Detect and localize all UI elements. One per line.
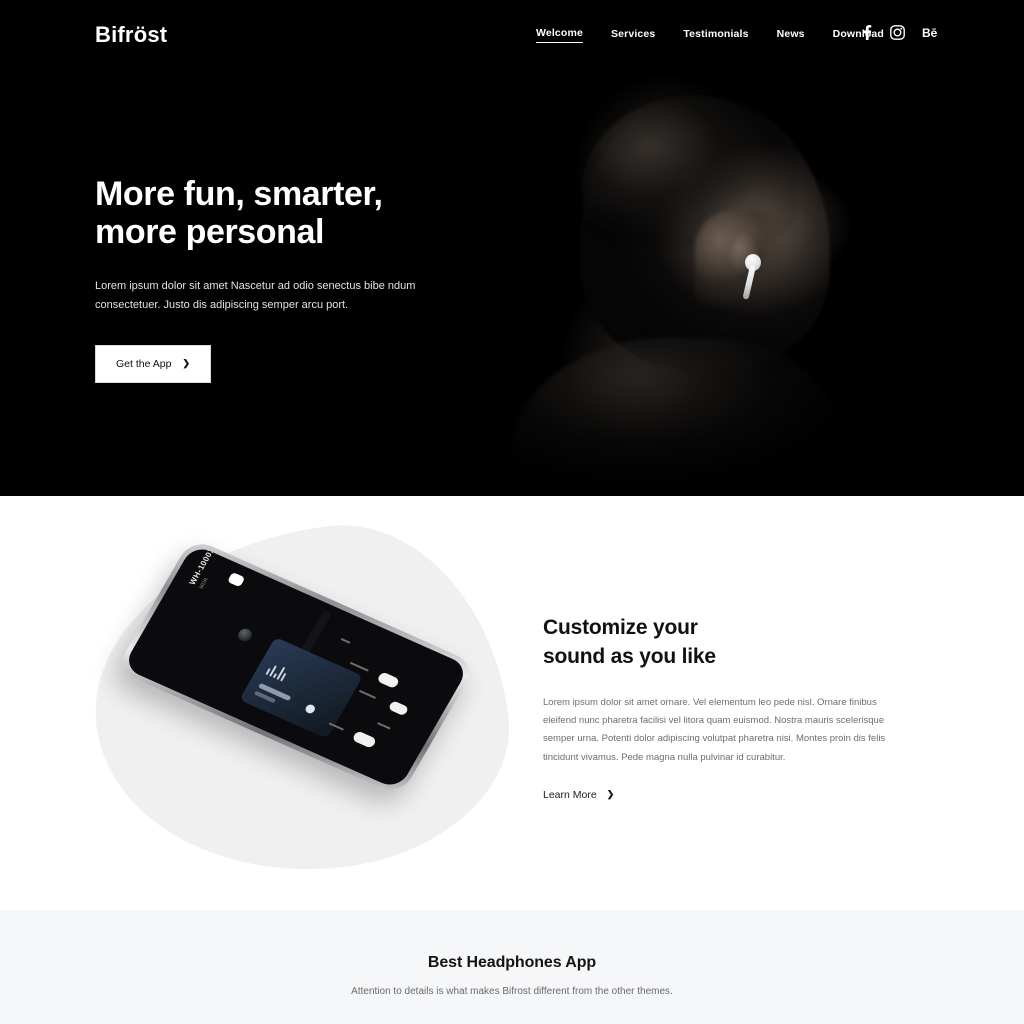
get-the-app-label: Get the App [116,357,172,370]
nav-item-testimonials[interactable]: Testimonials [683,28,748,43]
chevron-right-icon: ❯ [606,789,615,800]
screen-toggle-2[interactable] [387,700,410,717]
get-the-app-button[interactable]: Get the App ❯ [95,344,212,383]
promo-title: Best Headphones App [427,954,597,971]
learn-more-label: Learn More [543,788,597,801]
top-navigation: Bifröst Welcome Services Testimonials Ne… [0,0,1024,70]
feature-section: WH-1000XM3 MDR Customize your sound as y… [0,496,1024,910]
screen-knob-icon [235,626,255,644]
instagram-icon[interactable] [890,25,905,40]
behance-icon[interactable]: Bē [922,26,937,40]
portrait-shoulder-shape [510,338,840,496]
feature-copy: Customize your sound as you like Lorem i… [543,614,898,803]
screen-toggle-1[interactable] [376,671,401,690]
nav-item-welcome[interactable]: Welcome [536,27,583,43]
hero-title: More fun, smarter, more personal [95,175,383,252]
screen-toggle-3[interactable] [351,730,378,749]
screen-label-1 [349,661,369,672]
screen-equalizer [265,660,289,682]
social-links: Bē [860,25,937,40]
promo-subtitle: Attention to details is what makes Bifro… [351,986,673,997]
nav-item-news[interactable]: News [777,28,805,43]
landing-page: Bifröst Welcome Services Testimonials Ne… [0,0,1024,1024]
screen-label-3 [376,722,391,730]
screen-badge-icon [227,571,246,588]
screen-play-button[interactable] [303,703,317,715]
feature-title: Customize your sound as you like [543,616,716,668]
feature-body: Lorem ipsum dolor sit amet ornare. Vel e… [543,696,886,763]
hero-copy: More fun, smarter, more personal Lorem i… [95,175,515,383]
nav-links: Welcome Services Testimonials News Downl… [536,27,912,43]
screen-label-2 [358,689,377,699]
hero-subtitle: Lorem ipsum dolor sit amet Nascetur ad o… [95,280,416,312]
phone-mockup-area: WH-1000XM3 MDR [75,507,525,895]
learn-more-link[interactable]: Learn More ❯ [543,789,614,801]
nav-item-services[interactable]: Services [611,28,655,43]
screen-now-playing-card [239,637,364,739]
chevron-right-icon: ❯ [182,358,191,369]
hero-image [450,0,1024,496]
screen-label-5 [340,637,351,644]
hero-section: Bifröst Welcome Services Testimonials Ne… [0,0,1024,496]
screen-model-sub: MDR [198,576,211,590]
promo-section: Best Headphones App Attention to details… [0,910,1024,1024]
brand-logo[interactable]: Bifröst [95,22,167,48]
facebook-icon[interactable] [860,25,873,40]
